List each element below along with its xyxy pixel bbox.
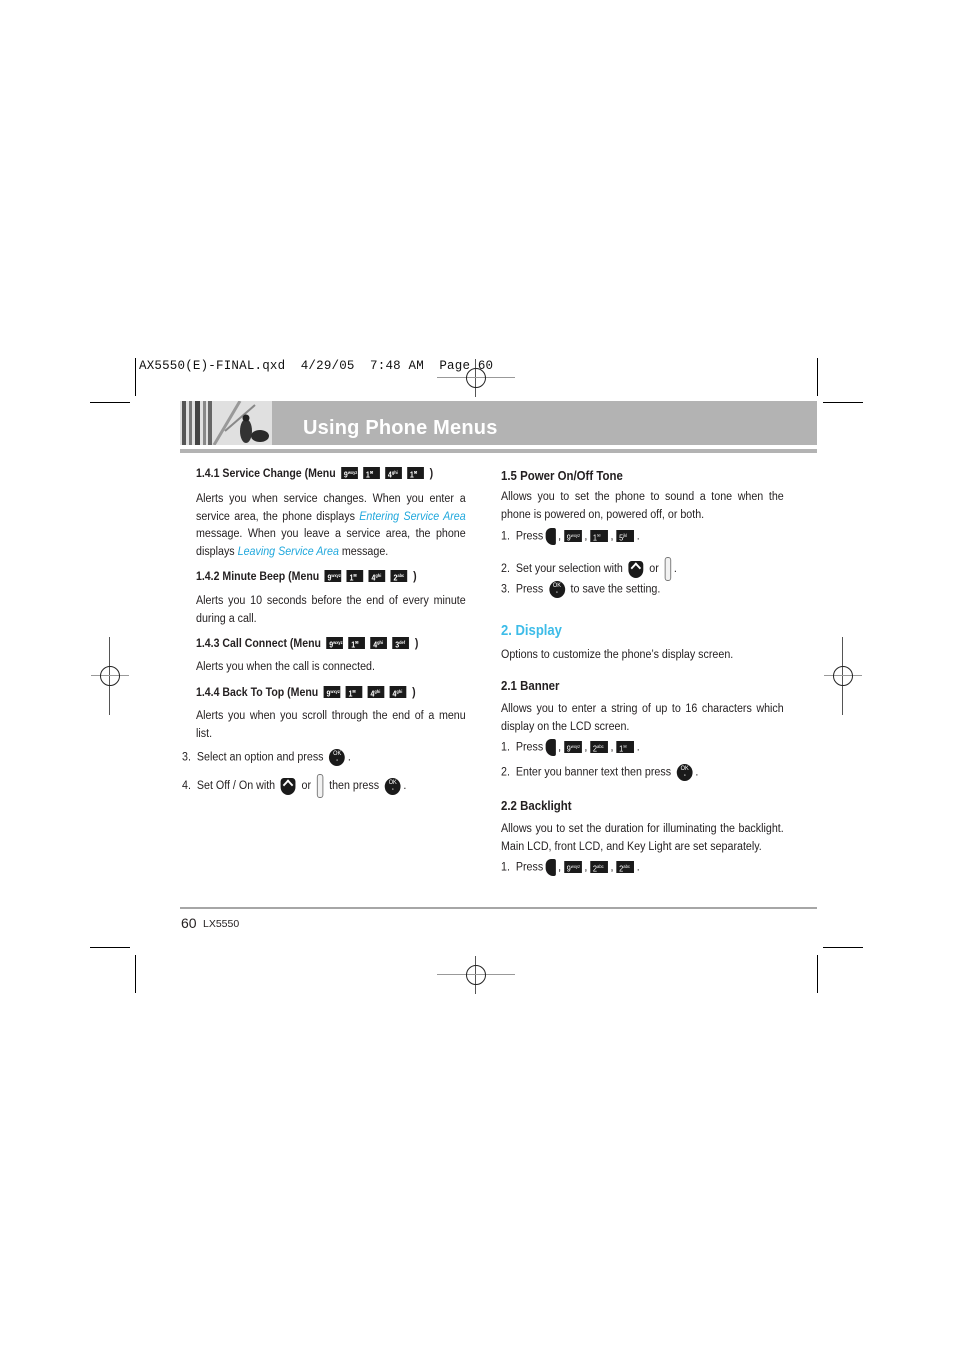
key-9-icon: 9wxyz (341, 466, 358, 479)
section-heading-1-5: 1.5 Power On/Off Tone (501, 468, 623, 483)
key-2-icon: 2abc (390, 569, 408, 582)
model-name: LX5550 (203, 918, 240, 930)
section-heading-1-4-2: 1.4.2 Minute Beep (Menu 9wxyz 1✉ 4ghi 2abc … (196, 569, 417, 583)
section-heading-2-2: 2.2 Backlight (501, 798, 572, 813)
key-4-icon: 4ghi (368, 569, 386, 582)
crop-mark (823, 947, 863, 948)
key-4-icon: 4ghi (385, 466, 402, 479)
key-2-icon: 2abc (616, 860, 634, 873)
header-divider (180, 449, 817, 453)
registration-mark-icon (824, 637, 862, 715)
step-2-1-1: 1. Press, 9wxyz, 2abc, 1✉. (501, 739, 640, 757)
key-5-icon: 5jkl (616, 529, 634, 542)
key-1-icon: 1✉ (348, 636, 366, 649)
crop-mark (135, 955, 136, 993)
key-1-icon: 1✉ (346, 569, 364, 582)
registration-mark-icon (91, 637, 129, 715)
crop-mark (823, 402, 863, 403)
key-1-icon: 1✉ (345, 685, 363, 698)
nav-up-down-key-icon (628, 560, 644, 578)
print-slug-line: AX5550(E)-FINAL.qxd 4/29/05 7:48 AM Page… (139, 359, 494, 373)
key-9-icon: 9wxyz (563, 860, 582, 873)
header-photo (180, 401, 272, 445)
menu-key-icon (546, 739, 557, 756)
key-1-icon: 1✉ (407, 466, 424, 479)
page-number: 60 (181, 915, 197, 931)
key-3-icon: 3def (392, 636, 410, 649)
page-title: Using Phone Menus (303, 417, 498, 439)
key-9-icon: 9wxyz (326, 636, 344, 649)
key-1-icon: 1✉ (590, 529, 608, 542)
section-body-2-2: Allows you to set the duration for illum… (501, 823, 784, 853)
ok-button-icon: OK ▫ (329, 749, 346, 766)
nav-up-down-key-icon (280, 777, 296, 795)
section-body-1-4-1: Alerts you when service changes. When yo… (196, 493, 466, 558)
registration-mark-icon (437, 956, 515, 994)
section-body-1-4-2: Alerts you 10 seconds before the end of … (196, 595, 466, 625)
ok-button-icon: OK ▫ (676, 764, 693, 781)
key-4-icon: 4ghi (367, 685, 385, 698)
step-1-5-3: 3. Press OK ▫ to save the setting. (501, 581, 661, 598)
key-1-icon: 1✉ (616, 740, 634, 753)
crop-mark (135, 358, 136, 396)
step-2-1-2: 2. Enter you banner text then press OK ▫. (501, 764, 699, 781)
step-1-5-2: 2. Set your selection with or . (501, 557, 677, 581)
section-body-1-4-3: Alerts you when the call is connected. (196, 661, 375, 673)
menu-key-icon (546, 859, 557, 876)
entering-service-area-text: Entering Service Area (359, 510, 466, 523)
section-body-display: Options to customize the phone’s display… (501, 649, 734, 661)
section-body-1-4-4: Alerts you when you scroll through the e… (196, 710, 466, 740)
section-heading-1-4-4: 1.4.4 Back To Top (Menu 9wxyz 1✉ 4ghi 4ghi … (196, 685, 416, 699)
section-heading-2-1: 2.1 Banner (501, 678, 560, 693)
section-body-2-1: Allows you to enter a string of up to 16… (501, 703, 784, 733)
leaving-service-area-text: Leaving Service Area (237, 545, 339, 558)
key-2-icon: 2abc (590, 740, 608, 753)
side-key-icon (664, 557, 672, 581)
section-heading-display: 2. Display (501, 623, 562, 639)
key-1-icon: 1✉ (363, 466, 380, 479)
key-4-icon: 4ghi (370, 636, 388, 649)
crop-mark (817, 955, 818, 993)
menu-key-icon (546, 528, 557, 545)
key-9-icon: 9wxyz (324, 569, 342, 582)
header-bar (180, 401, 817, 445)
key-9-icon: 9wxyz (323, 685, 341, 698)
step-2-2-1: 1. Press, 9wxyz, 2abc, 2abc. (501, 859, 640, 877)
ok-button-icon: OK ▫ (548, 581, 565, 598)
crop-mark (90, 947, 130, 948)
side-key-icon (316, 774, 324, 798)
key-9-icon: 9wxyz (563, 529, 582, 542)
key-9-icon: 9wxyz (563, 740, 582, 753)
ok-button-icon: OK ▫ (384, 777, 401, 795)
step-1-5-1: 1. Press, 9wxyz, 1✉, 5jkl. (501, 528, 640, 546)
section-heading-1-4-1: 1.4.1 Service Change (Menu 9wxyz 1✉ 4ghi 1✉… (196, 466, 434, 480)
footer-divider (180, 907, 817, 909)
section-body-1-5: Allows you to set the phone to sound a t… (501, 491, 784, 521)
crop-mark (90, 402, 130, 403)
key-2-icon: 2abc (590, 860, 608, 873)
step-3-select-option: 3. Select an option and press OK ▫. (182, 749, 351, 766)
crop-mark (817, 358, 818, 396)
section-heading-1-4-3: 1.4.3 Call Connect (Menu 9wxyz 1✉ 4ghi 3def… (196, 636, 419, 650)
step-4-set-off-on: 4. Set Off / On with or then press OK ▫. (182, 774, 406, 798)
key-4-icon: 4ghi (389, 685, 407, 698)
